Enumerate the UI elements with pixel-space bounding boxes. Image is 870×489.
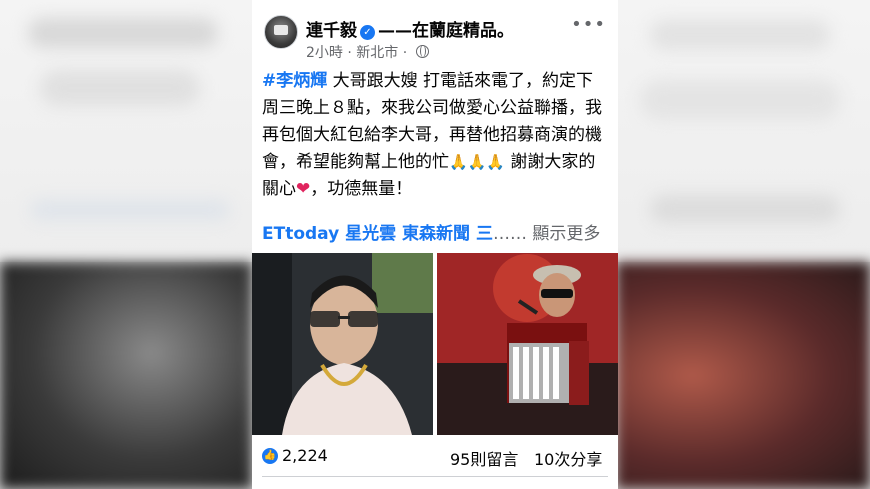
blurred-text-block [40, 70, 200, 106]
share-count[interactable]: 10次分享 [534, 446, 602, 470]
like-thumb-icon: 👍 [262, 448, 278, 464]
heart-icon: ❤ [296, 179, 311, 199]
page-tags-link[interactable]: ETtoday 星光雲 東森新聞 三 [262, 224, 493, 244]
blurred-text-block [28, 18, 218, 48]
feeling-location[interactable]: ——在蘭庭精品。 [378, 21, 514, 41]
divider [262, 476, 608, 477]
post-stats: 👍 2,224 95則留言 10次分享 [252, 438, 618, 474]
ellipsis: …… [492, 224, 527, 244]
see-more-link[interactable]: 顯示更多 [527, 224, 600, 244]
avatar[interactable] [264, 15, 298, 49]
author-name[interactable]: 連千毅 [306, 21, 357, 41]
blurred-text-block [650, 20, 830, 50]
post-time[interactable]: 2小時 · 新北市 · [306, 45, 412, 61]
tags-row: ETtoday 星光雲 東森新聞 三…… 顯示更多 [262, 219, 600, 244]
photo-man-in-car[interactable] [252, 253, 433, 435]
post-header: 連千毅 ✓ ——在蘭庭精品。 2小時 · 新北市 · ••• [252, 0, 618, 66]
blurred-photo-left [0, 262, 252, 489]
blurred-photo-right [616, 262, 870, 489]
pray-icon: 🙏🙏🙏 [449, 153, 506, 171]
blurred-text-block [650, 195, 840, 223]
blurred-text-block [30, 200, 230, 220]
hashtag-link[interactable]: #李炳輝 [262, 71, 327, 91]
photo-accordion-player[interactable] [437, 253, 618, 435]
like-count[interactable]: 2,224 [282, 446, 328, 465]
photo-accordion-player-illustration [437, 253, 618, 435]
comment-count[interactable]: 95則留言 [450, 446, 518, 470]
post-meta: 2小時 · 新北市 · [306, 42, 429, 62]
more-options-icon[interactable]: ••• [571, 14, 606, 35]
author-line: 連千毅 ✓ ——在蘭庭精品。 [306, 16, 514, 41]
photo-man-in-car-illustration [252, 253, 433, 435]
post-card: 連千毅 ✓ ——在蘭庭精品。 2小時 · 新北市 · ••• #李炳輝 大哥跟大嫂 … [252, 0, 618, 489]
verified-badge-icon: ✓ [360, 25, 375, 40]
globe-icon [415, 45, 429, 58]
blurred-text-block [640, 80, 840, 120]
post-body: #李炳輝 大哥跟大嫂 打電話來電了，約定下周三晚上８點，來我公司做愛心公益聯播，… [262, 68, 608, 203]
post-text-3: ，功德無量！ [310, 179, 413, 199]
